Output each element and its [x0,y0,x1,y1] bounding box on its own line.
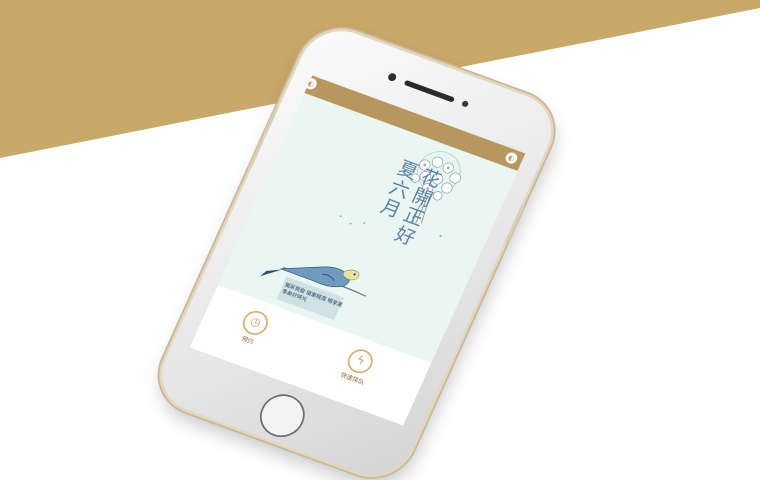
profile-icon[interactable]: ◐ [503,150,520,166]
product-showcase: ◐ ◐ 花開正好 夏六月 獨家頁面 優惠精選 暢享夏季美好時光 ◷ 预约 ϟ 快… [0,0,760,480]
nav-item-quick-queue[interactable]: ϟ 快速排队 [322,340,394,394]
nav-item-appointment[interactable]: ◷ 预约 [217,301,289,355]
